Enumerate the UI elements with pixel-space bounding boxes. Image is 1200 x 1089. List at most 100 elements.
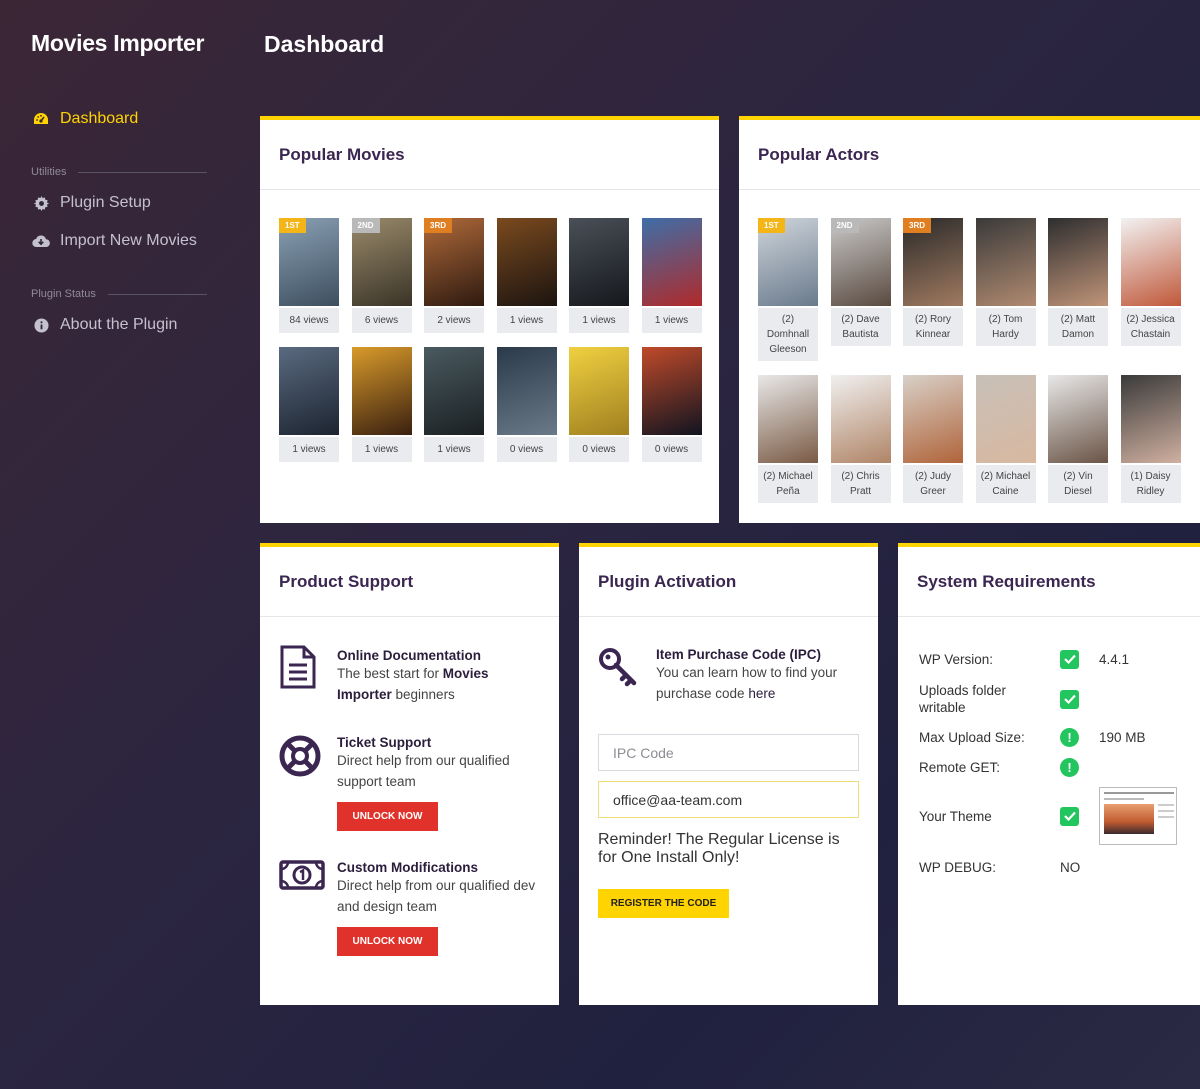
check-icon [1060,806,1079,826]
movie-caption: 1 views [641,308,702,333]
movie-item[interactable]: 0 views [641,347,702,462]
key-icon [598,647,656,704]
sidebar-item-label: Dashboard [60,110,139,127]
movie-caption: 1 views [569,308,629,333]
movie-image [424,347,484,435]
actor-item[interactable]: 1ST (2) Domhnall Gleeson [758,218,818,361]
rank-badge: 1ST [758,218,785,233]
custom-modifications-title: Custom Modifications [337,860,478,875]
movie-item[interactable]: 1 views [424,347,484,462]
sidebar-section-plugin-status: Plugin Status [31,288,207,300]
actor-item[interactable]: (1) Daisy Ridley [1120,375,1181,503]
movie-caption: 84 views [279,308,339,333]
ticket-support-unlock-button[interactable]: UNLOCK NOW [337,802,438,831]
req-row-uploads-folder: Uploads folder writable [919,679,1200,719]
movie-image [569,347,629,435]
rank-badge: 3RD [903,218,932,233]
movie-item[interactable]: 3RD 2 views [424,218,484,333]
movie-image [569,218,629,306]
actor-caption: (2) Chris Pratt [830,465,891,503]
actor-caption: (2) Michael Peña [758,465,818,503]
ticket-support-title: Ticket Support [337,735,432,750]
online-documentation-text: The best start for Movies Importer begin… [337,666,489,702]
sidebar-item-about-the-plugin[interactable]: About the Plugin [31,306,207,344]
ipc-text: You can learn how to find your purchase … [656,665,838,701]
plugin-activation-title: Plugin Activation [579,547,878,617]
movie-caption: 2 views [424,308,484,333]
movie-item[interactable]: 1 views [569,218,629,333]
movie-item[interactable]: 0 views [569,347,629,462]
gear-icon [31,195,51,211]
ipc-code-input[interactable] [598,734,859,771]
popular-movies-grid: 1ST 84 views 2ND 6 views 3RD 2 views 1 views 1 … [260,190,719,462]
req-row-your-theme: Your Theme [919,781,1200,851]
actor-image: 2ND [830,218,891,306]
email-input[interactable] [598,781,859,818]
actor-item[interactable]: (2) Michael Caine [975,375,1036,503]
check-icon [1060,649,1079,669]
actor-item[interactable]: (2) Matt Damon [1048,218,1108,361]
custom-modifications-unlock-button[interactable]: UNLOCK NOW [337,927,438,956]
movie-caption: 1 views [351,437,412,462]
movie-image [641,347,702,435]
license-reminder: Reminder! The Regular License is for One… [598,831,840,866]
actor-caption: (1) Daisy Ridley [1120,465,1181,503]
ipc-help-link[interactable]: here [748,686,775,701]
actor-item[interactable]: (2) Vin Diesel [1048,375,1108,503]
popular-movies-title: Popular Movies [260,120,719,190]
rank-badge: 1ST [279,218,306,233]
sidebar: Dashboard Utilities Plugin Setup Import … [31,100,207,344]
cloud-download-icon [31,234,51,248]
sidebar-item-plugin-setup[interactable]: Plugin Setup [31,184,207,222]
warning-icon: ! [1060,757,1079,777]
req-row-wp-debug: WP DEBUG: NO [919,859,1081,875]
dashboard-gauge-icon [31,112,51,126]
actor-caption: (2) Dave Bautista [830,308,891,346]
sidebar-item-label: Plugin Setup [60,194,151,211]
lifebuoy-icon [279,735,337,831]
movie-item[interactable]: 0 views [496,347,557,462]
movie-item[interactable]: 2ND 6 views [351,218,412,333]
check-icon [1060,689,1079,709]
rank-badge: 2ND [830,218,859,233]
product-support-card: Product Support Online Documentation The… [260,543,559,1005]
system-requirements-card: System Requirements WP Version: 4.4.1 Up… [898,543,1200,1005]
actor-image [1120,218,1181,306]
movie-caption: 0 views [569,437,629,462]
actor-item[interactable]: (2) Judy Greer [903,375,963,503]
document-icon [279,645,337,705]
sidebar-item-dashboard[interactable]: Dashboard [31,100,207,138]
actor-image [975,218,1036,306]
popular-actors-card: Popular Actors 1ST (2) Domhnall Gleeson 2N… [739,116,1200,523]
actor-item[interactable]: (2) Jessica Chastain [1120,218,1181,361]
actor-image [1048,218,1108,306]
actor-image: 1ST [758,218,818,306]
actor-image [903,375,963,463]
movie-item[interactable]: 1ST 84 views [279,218,339,333]
movie-caption: 1 views [424,437,484,462]
movie-item[interactable]: 1 views [641,218,702,333]
rank-badge: 3RD [424,218,453,233]
custom-modifications-item: Custom Modifications Direct help from ou… [279,860,540,956]
movie-item[interactable]: 1 views [279,347,339,462]
movie-item[interactable]: 1 views [496,218,557,333]
actor-item[interactable]: (2) Michael Peña [758,375,818,503]
actor-item[interactable]: (2) Tom Hardy [975,218,1036,361]
actor-item[interactable]: (2) Chris Pratt [830,375,891,503]
actor-image: 3RD [903,218,963,306]
info-circle-icon [31,317,51,333]
actor-image [1120,375,1181,463]
product-support-title: Product Support [260,547,559,617]
register-code-button[interactable]: REGISTER THE CODE [598,889,729,918]
sidebar-section-utilities: Utilities [31,166,207,178]
actor-image [758,375,818,463]
movie-image: 3RD [424,218,484,306]
movie-caption: 1 views [279,437,339,462]
movie-image: 1ST [279,218,339,306]
actor-item[interactable]: 3RD (2) Rory Kinnear [903,218,963,361]
sidebar-item-import-new-movies[interactable]: Import New Movies [31,222,207,260]
movie-item[interactable]: 1 views [351,347,412,462]
req-row-remote-get: Remote GET: ! [919,753,1200,781]
movie-caption: 1 views [496,308,557,333]
actor-item[interactable]: 2ND (2) Dave Bautista [830,218,891,361]
